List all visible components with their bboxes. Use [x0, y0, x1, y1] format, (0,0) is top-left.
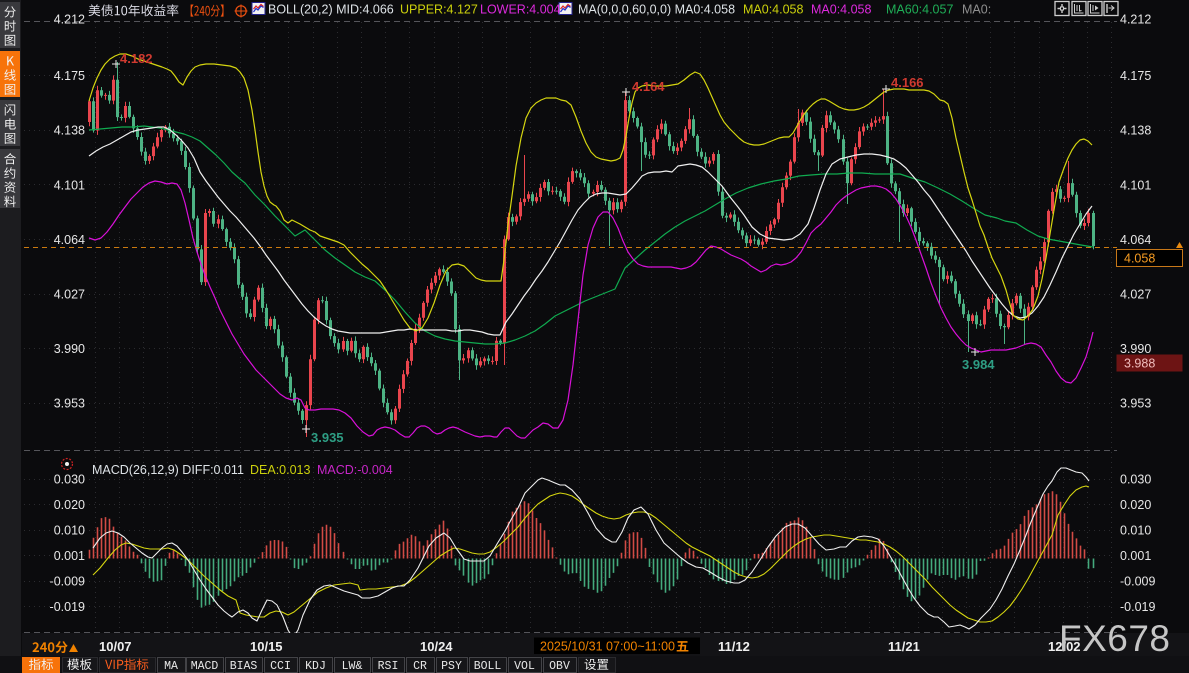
svg-text:BIAS: BIAS: [230, 660, 258, 673]
svg-text:0.001: 0.001: [54, 549, 85, 563]
svg-text:4.027: 4.027: [1120, 288, 1151, 302]
svg-text:KDJ: KDJ: [305, 660, 326, 673]
svg-text:0.010: 0.010: [1120, 524, 1151, 538]
svg-text:RSI: RSI: [378, 660, 399, 673]
svg-text:MACD: MACD: [191, 660, 219, 673]
svg-text:4.182: 4.182: [120, 51, 153, 66]
svg-text:VOL: VOL: [514, 660, 535, 673]
svg-text:3.988: 3.988: [1124, 357, 1155, 371]
svg-text:-0.019: -0.019: [1120, 600, 1155, 614]
svg-text:0.030: 0.030: [54, 473, 85, 487]
svg-text:0.020: 0.020: [54, 498, 85, 512]
svg-text:3.953: 3.953: [54, 397, 85, 411]
svg-text:UPPER:4.127: UPPER:4.127: [400, 3, 478, 17]
svg-text:4.212: 4.212: [54, 13, 85, 27]
svg-text:4.058: 4.058: [1124, 252, 1155, 266]
svg-text:3.935: 3.935: [311, 430, 344, 445]
svg-text:BOLL: BOLL: [474, 660, 502, 673]
svg-text:4.064: 4.064: [54, 233, 85, 247]
svg-text:4.166: 4.166: [891, 75, 924, 90]
svg-text:4.175: 4.175: [54, 69, 85, 83]
svg-text:-0.019: -0.019: [50, 600, 85, 614]
svg-text:11/21: 11/21: [888, 639, 920, 654]
svg-text:0.010: 0.010: [54, 524, 85, 538]
svg-text:LW&: LW&: [342, 660, 363, 673]
svg-text:-0.009: -0.009: [1120, 575, 1155, 589]
svg-text:3.984: 3.984: [962, 357, 995, 372]
svg-text:BOLL(20,2) MID:4.066: BOLL(20,2) MID:4.066: [268, 3, 394, 17]
svg-text:4.212: 4.212: [1120, 13, 1151, 27]
svg-text:4.138: 4.138: [54, 124, 85, 138]
svg-text:0.020: 0.020: [1120, 498, 1151, 512]
svg-text:MA0:4.058: MA0:4.058: [743, 3, 804, 17]
svg-text:4.064: 4.064: [1120, 233, 1151, 247]
svg-text:10/15: 10/15: [250, 639, 283, 654]
svg-text:MA: MA: [164, 660, 178, 673]
svg-text:4.138: 4.138: [1120, 124, 1151, 138]
svg-text:CR: CR: [413, 660, 427, 673]
svg-text:MACD:-0.004: MACD:-0.004: [317, 463, 393, 477]
svg-text:MACD(26,12,9) DIFF:0.011: MACD(26,12,9) DIFF:0.011: [92, 463, 244, 477]
svg-text:MA0:: MA0:: [962, 3, 991, 17]
svg-text:MA(0,0,0,60,0,0) MA0:4.058: MA(0,0,0,60,0,0) MA0:4.058: [578, 3, 735, 17]
svg-text:4.101: 4.101: [1120, 178, 1151, 192]
svg-text:-0.009: -0.009: [50, 575, 85, 589]
svg-text:4.027: 4.027: [54, 288, 85, 302]
svg-text:11/12: 11/12: [718, 639, 750, 654]
svg-text:10/24: 10/24: [420, 639, 453, 654]
svg-text:FX678: FX678: [1059, 618, 1171, 659]
svg-text:3.953: 3.953: [1120, 397, 1151, 411]
svg-text:MA0:4.058: MA0:4.058: [811, 3, 872, 17]
svg-text:PSY: PSY: [441, 660, 462, 673]
svg-text:2025/10/31 07:00~11:00: 2025/10/31 07:00~11:00: [540, 640, 675, 654]
svg-text:3.990: 3.990: [54, 342, 85, 356]
svg-text:OBV: OBV: [549, 660, 570, 673]
svg-text:MA60:4.057: MA60:4.057: [886, 3, 953, 17]
svg-text:4.175: 4.175: [1120, 69, 1151, 83]
svg-text:4.164: 4.164: [632, 79, 665, 94]
svg-text:CCI: CCI: [270, 660, 291, 673]
svg-text:3.990: 3.990: [1120, 342, 1151, 356]
svg-text:10/07: 10/07: [99, 639, 132, 654]
svg-text:0.030: 0.030: [1120, 473, 1151, 487]
svg-text:DEA:0.013: DEA:0.013: [250, 463, 311, 477]
svg-text:LOWER:4.004: LOWER:4.004: [480, 3, 561, 17]
svg-text:4.101: 4.101: [54, 178, 85, 192]
svg-text:0.001: 0.001: [1120, 549, 1151, 563]
